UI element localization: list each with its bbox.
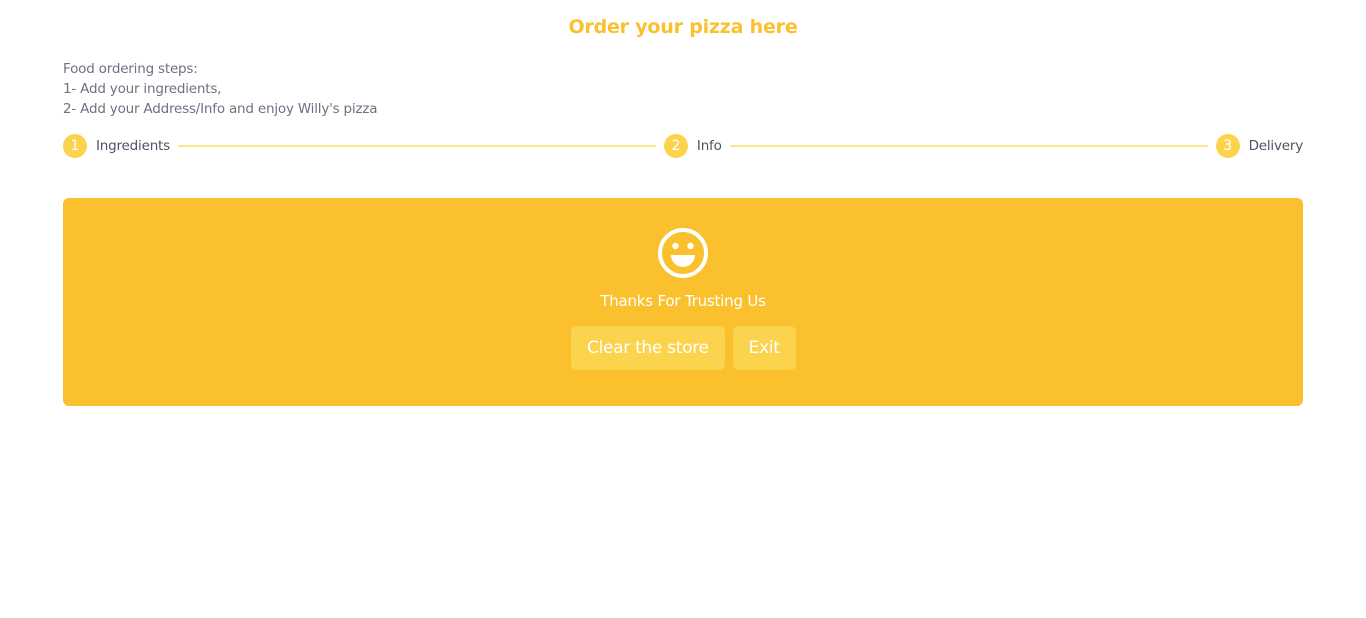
ordering-instructions: Food ordering steps: 1- Add your ingredi… bbox=[63, 59, 378, 119]
page: Order your pizza here Food ordering step… bbox=[0, 0, 1366, 618]
confirmation-actions: Clear the store Exit bbox=[571, 326, 796, 370]
exit-button[interactable]: Exit bbox=[732, 326, 796, 370]
step-label: Info bbox=[696, 138, 722, 154]
step-ingredients[interactable]: 1 Ingredients bbox=[63, 134, 170, 158]
step-connector bbox=[729, 145, 1208, 147]
step-label: Delivery bbox=[1248, 138, 1304, 154]
step-number: 2 bbox=[663, 134, 688, 158]
instructions-step-1: 1- Add your ingredients, bbox=[63, 81, 222, 97]
step-info[interactable]: 2 Info bbox=[663, 134, 722, 158]
step-number: 3 bbox=[1215, 134, 1240, 158]
step-number: 1 bbox=[63, 134, 87, 158]
step-label: Ingredients bbox=[96, 138, 170, 154]
instructions-heading: Food ordering steps: bbox=[63, 61, 198, 77]
clear-store-button[interactable]: Clear the store bbox=[571, 326, 725, 370]
thanks-message: Thanks For Trusting Us bbox=[600, 292, 766, 310]
confirmation-panel: Thanks For Trusting Us Clear the store E… bbox=[63, 198, 1303, 406]
instructions-step-2: 2- Add your Address/Info and enjoy Willy… bbox=[63, 101, 378, 117]
order-stepper: 1 Ingredients 2 Info 3 Delivery bbox=[63, 134, 1303, 158]
page-title: Order your pizza here bbox=[568, 16, 798, 38]
step-connector bbox=[177, 145, 656, 147]
smiley-face-icon bbox=[658, 228, 708, 278]
step-delivery[interactable]: 3 Delivery bbox=[1215, 134, 1304, 158]
